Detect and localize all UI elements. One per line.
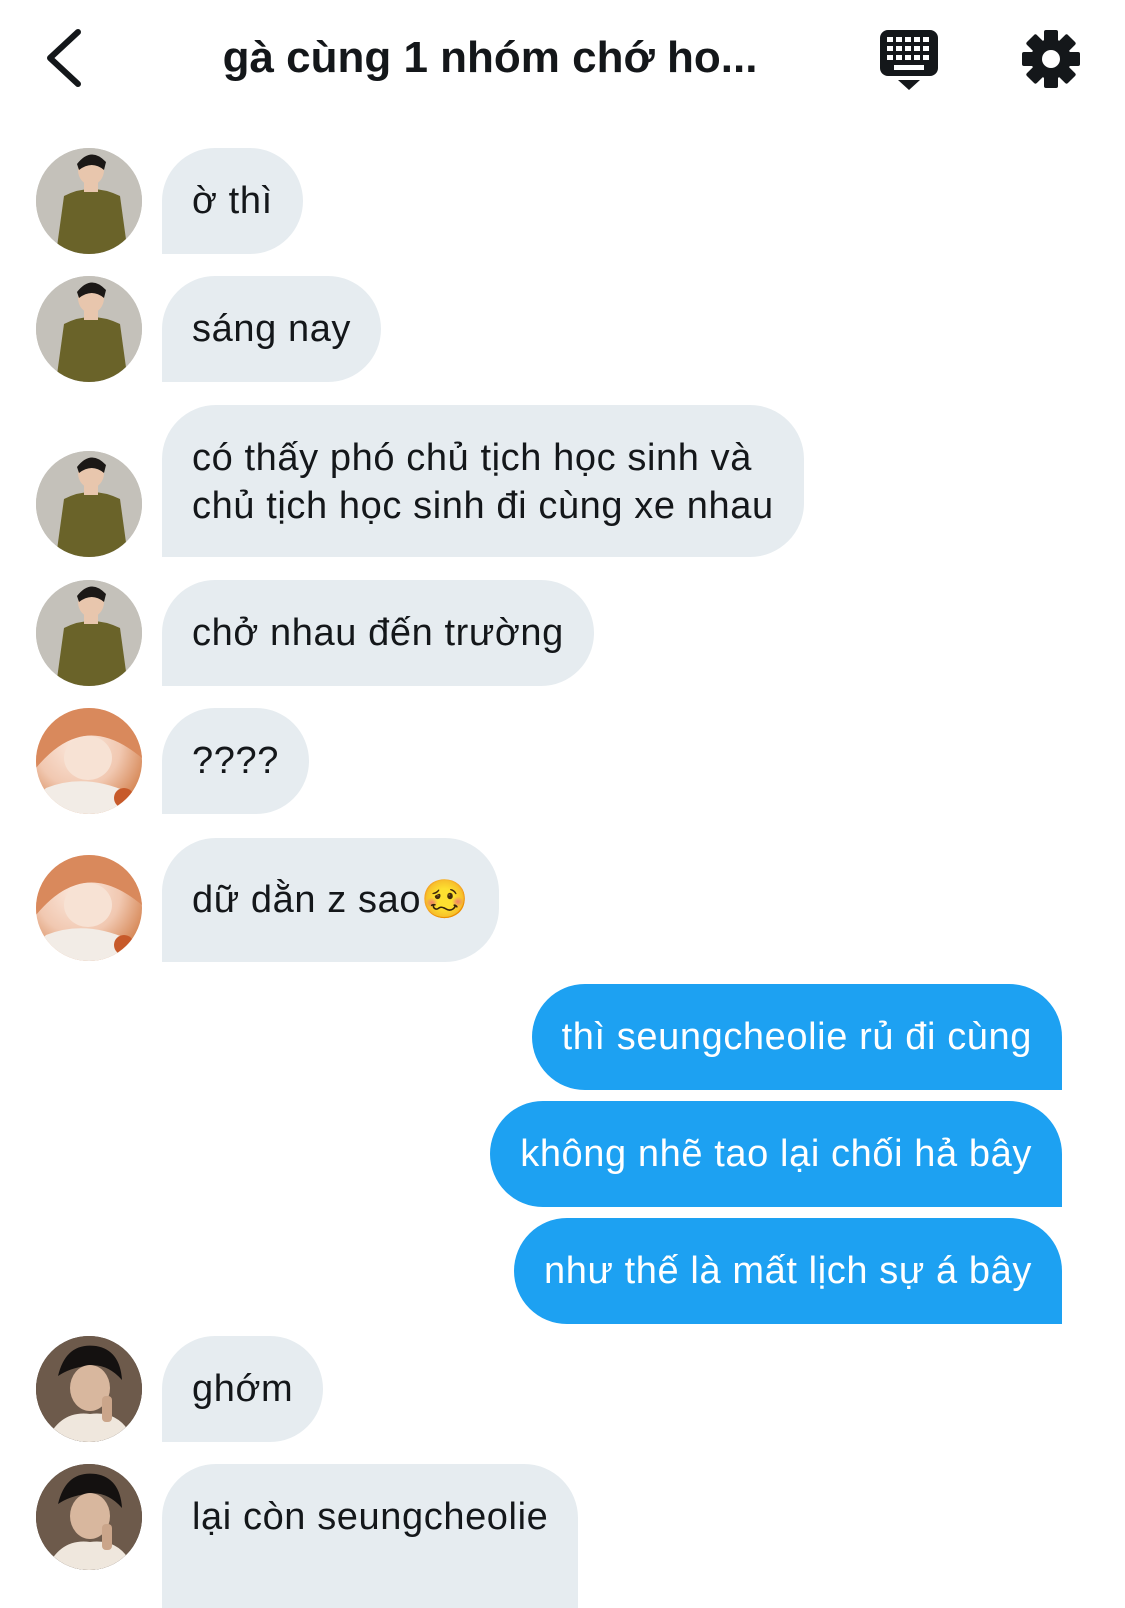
avatar-orange-hair-image — [36, 708, 142, 814]
message-bubble[interactable]: ghớm — [162, 1336, 324, 1442]
message-row: không nhẽ tao lại chối hả bây — [0, 1101, 1125, 1207]
message-bubble[interactable]: lại còn seungcheolie — [162, 1464, 579, 1608]
avatar-olive-shirt-image — [36, 580, 142, 686]
avatar-orange-hair-image — [36, 855, 142, 961]
message-row: chở nhau đến trường — [0, 580, 1125, 686]
settings-button[interactable] — [1020, 28, 1082, 90]
message-line: có thấy phó chủ tịch học sinh và — [192, 437, 752, 479]
message-row: sáng nay — [0, 276, 1125, 382]
message-bubble[interactable]: sáng nay — [162, 276, 382, 382]
avatar[interactable] — [36, 451, 142, 557]
keyboard-icon — [880, 30, 938, 90]
message-row: thì seungcheolie rủ đi cùng — [0, 984, 1125, 1090]
avatar-olive-shirt-image — [36, 148, 142, 254]
avatar[interactable] — [36, 148, 142, 254]
avatar[interactable] — [36, 855, 142, 961]
message-bubble[interactable]: chở nhau đến trường — [162, 580, 594, 686]
avatar-dark-hair-image — [36, 1336, 142, 1442]
message-bubble[interactable]: như thế là mất lịch sự á bây — [513, 1218, 1062, 1324]
message-row: ghớm — [0, 1336, 1125, 1442]
chat-header: gà cùng 1 nhóm chớ ho... — [0, 0, 1125, 118]
avatar[interactable] — [36, 580, 142, 686]
gear-icon — [1022, 30, 1080, 88]
message-row: lại còn seungcheolie — [0, 1464, 1125, 1608]
avatar-olive-shirt-image — [36, 276, 142, 382]
message-bubble[interactable]: có thấy phó chủ tịch học sinh và chủ tịc… — [162, 405, 804, 557]
avatar[interactable] — [36, 1464, 142, 1570]
conversation-title[interactable]: gà cùng 1 nhóm chớ ho... — [200, 30, 780, 86]
message-bubble[interactable]: thì seungcheolie rủ đi cùng — [531, 984, 1062, 1090]
message-row: ???? — [0, 708, 1125, 814]
message-row: như thế là mất lịch sự á bây — [0, 1218, 1125, 1324]
chevron-left-icon — [47, 29, 81, 87]
avatar-olive-shirt-image — [36, 451, 142, 557]
avatar-dark-hair-image — [36, 1464, 142, 1570]
back-button[interactable] — [38, 26, 94, 90]
message-row: có thấy phó chủ tịch học sinh và chủ tịc… — [0, 405, 1125, 557]
message-bubble[interactable]: dữ dằn z sao🥴 — [162, 838, 500, 962]
message-bubble[interactable]: không nhẽ tao lại chối hả bây — [490, 1101, 1062, 1207]
message-bubble[interactable]: ờ thì — [162, 148, 303, 254]
message-row: dữ dằn z sao🥴 — [0, 838, 1125, 962]
message-row: ờ thì — [0, 148, 1125, 254]
avatar[interactable] — [36, 276, 142, 382]
avatar[interactable] — [36, 1336, 142, 1442]
message-line: chủ tịch học sinh đi cùng xe nhau — [192, 485, 774, 527]
avatar[interactable] — [36, 708, 142, 814]
keyboard-button[interactable] — [876, 28, 942, 92]
message-bubble[interactable]: ???? — [162, 708, 309, 814]
